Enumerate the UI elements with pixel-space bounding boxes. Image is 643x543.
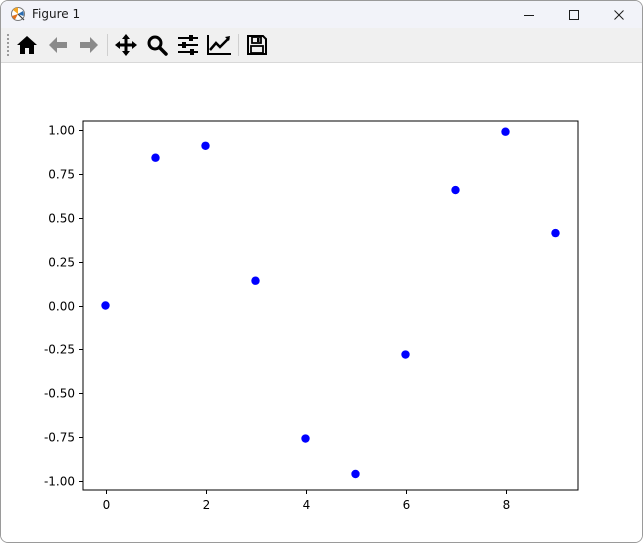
home-button[interactable] [14, 32, 40, 58]
y-tick-label: 0.50 [48, 212, 75, 226]
title-bar[interactable]: Figure 1 [1, 1, 642, 28]
data-point [201, 141, 210, 150]
maximize-button[interactable] [551, 1, 597, 28]
matplotlib-app-icon [11, 7, 25, 21]
edit-axis-icon [207, 35, 231, 55]
x-tick-label: 6 [403, 498, 411, 512]
y-tick-label: 0.00 [48, 300, 75, 314]
configure-subplots-button[interactable] [175, 32, 201, 58]
edit-axis-button[interactable] [206, 32, 232, 58]
data-point [501, 127, 510, 136]
back-arrow-icon [49, 37, 67, 53]
back-button[interactable] [45, 32, 71, 58]
y-tick-label: 0.75 [48, 168, 75, 182]
y-tick-label: -0.25 [44, 343, 75, 357]
close-icon [614, 9, 624, 20]
save-button[interactable] [244, 32, 270, 58]
y-tick-label: -1.00 [44, 475, 75, 489]
window-title: Figure 1 [32, 7, 81, 21]
close-button[interactable] [596, 1, 642, 28]
data-point [401, 350, 410, 359]
axes-frame [82, 120, 579, 491]
forward-arrow-icon [80, 37, 98, 53]
figure-canvas[interactable]: 0 2 4 6 8 1.00 0.75 0.50 0.25 0.00 -0.25 -0.50 -0.75… [1, 63, 642, 542]
scatter-plot: 0 2 4 6 8 1.00 0.75 0.50 0.25 0.00 -0.25 -0.50 -0.75… [44, 120, 579, 512]
data-point [101, 301, 110, 310]
x-tick-label: 4 [303, 498, 311, 512]
x-tick-label: 0 [103, 498, 111, 512]
toolbar-separator [107, 34, 108, 56]
maximize-icon [569, 9, 579, 20]
configure-subplots-icon [178, 35, 198, 55]
data-point [451, 185, 460, 195]
figure-window: Figure 1 0 2 4 6 8 1.00 0.75 0.50 0.25 0… [0, 0, 643, 543]
y-tick-label: 1.00 [48, 124, 75, 138]
zoom-button[interactable] [144, 32, 170, 58]
save-floppy-icon [247, 35, 267, 55]
y-tick-label: 0.25 [48, 256, 75, 270]
x-tick-label: 8 [503, 498, 511, 512]
toolbar-separator [238, 34, 239, 56]
data-point [251, 276, 260, 285]
data-point [351, 469, 360, 479]
pan-button[interactable] [113, 32, 139, 58]
data-point [151, 153, 160, 162]
navigation-toolbar [1, 28, 642, 63]
minimize-icon [524, 14, 534, 16]
data-point [301, 434, 310, 443]
x-tick-label: 2 [203, 498, 211, 512]
data-point [551, 228, 560, 238]
toolbar-grip [7, 34, 9, 56]
forward-button[interactable] [76, 32, 102, 58]
zoom-magnifier-icon [147, 35, 168, 56]
minimize-button[interactable] [506, 1, 552, 28]
home-icon [17, 36, 37, 54]
y-tick-label: -0.50 [44, 387, 75, 401]
pan-move-icon [115, 34, 137, 56]
y-tick-label: -0.75 [44, 431, 75, 445]
